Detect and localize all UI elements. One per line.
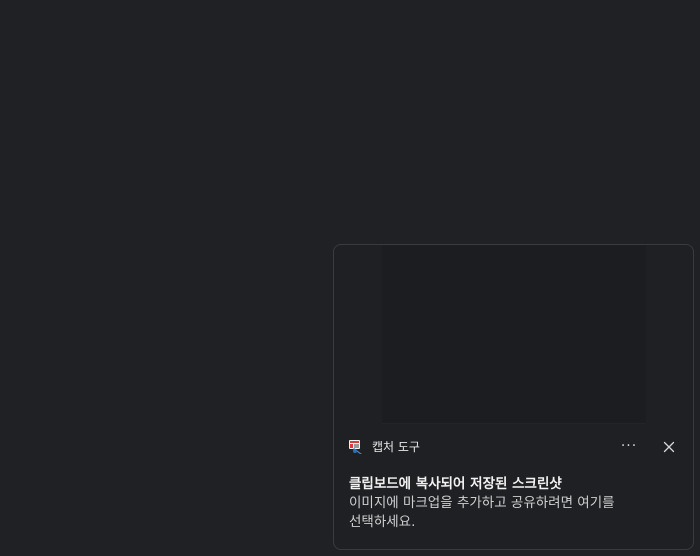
app-name: 캡처 도구	[372, 440, 420, 454]
notification-title: 클립보드에 복사되어 저장된 스크린샷	[349, 476, 562, 492]
close-button[interactable]	[657, 435, 681, 459]
notification-body[interactable]: 클립보드에 복사되어 저장된 스크린샷 이미지에 마크업을 추가하고 공유하려면…	[349, 475, 681, 532]
snipping-tool-icon	[348, 439, 364, 455]
screenshot-notification[interactable]: 캡처 도구 ··· 클립보드에 복사되어 저장된 스크린샷 이미지에 마크업을 …	[333, 244, 694, 550]
notification-message: 이미지에 마크업을 추가하고 공유하려면 여기를 선택하세요.	[349, 495, 615, 530]
close-icon	[663, 441, 675, 453]
notification-header: 캡처 도구 ···	[334, 431, 693, 463]
more-options-button[interactable]: ···	[616, 435, 642, 459]
screenshot-preview[interactable]	[382, 245, 646, 424]
desktop-background: 캡처 도구 ··· 클립보드에 복사되어 저장된 스크린샷 이미지에 마크업을 …	[0, 0, 700, 556]
